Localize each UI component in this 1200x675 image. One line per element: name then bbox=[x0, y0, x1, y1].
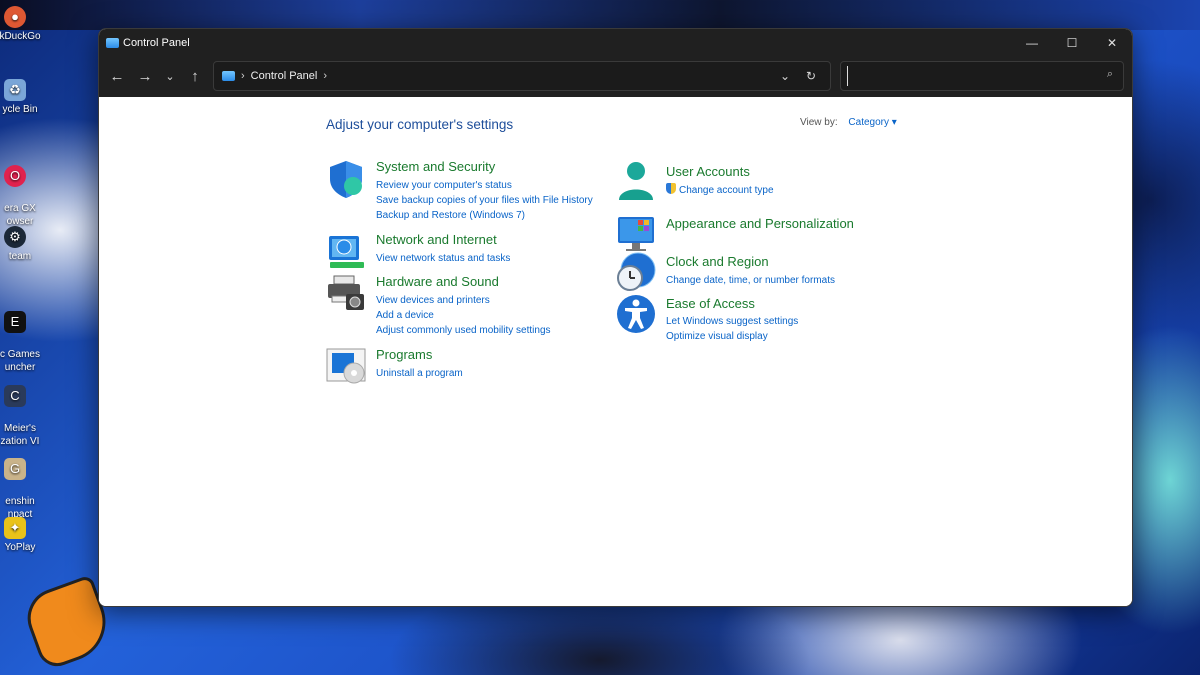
recent-locations-button[interactable]: ⌄ bbox=[159, 63, 181, 91]
category-user-accounts: User Accounts Change account type bbox=[616, 160, 896, 202]
address-bar[interactable]: › Control Panel › ⌄ ↻ bbox=[213, 61, 831, 91]
refresh-button[interactable]: ↻ bbox=[798, 69, 824, 83]
close-button[interactable]: ✕ bbox=[1092, 29, 1132, 56]
desktop-icon-steam[interactable]: ⚙ team bbox=[0, 226, 50, 263]
breadcrumb-separator[interactable]: › bbox=[323, 70, 327, 82]
desktop-icon-hoyoplay[interactable]: ✦ YoPlay bbox=[0, 517, 50, 554]
duckduckgo-icon: ● bbox=[4, 6, 26, 28]
link-file-history[interactable]: Save backup copies of your files with Fi… bbox=[376, 193, 593, 208]
printer-icon[interactable] bbox=[326, 274, 366, 314]
category-links: Uninstall a program bbox=[376, 366, 463, 381]
link-date-time-formats[interactable]: Change date, time, or number formats bbox=[666, 273, 835, 288]
monitor-icon[interactable] bbox=[616, 214, 656, 254]
category-links: Change date, time, or number formats bbox=[666, 273, 835, 288]
desktop-icon-genshin[interactable]: G enshin npact bbox=[0, 445, 50, 521]
desktop-icon-label: era GX owser bbox=[4, 203, 36, 227]
view-by-dropdown[interactable]: Category ▾ bbox=[848, 117, 896, 128]
category-links: Change account type bbox=[666, 183, 774, 198]
wallpaper-band bbox=[0, 0, 1200, 30]
desktop-icon-label: c Games uncher bbox=[0, 349, 40, 373]
control-panel-icon bbox=[106, 37, 119, 48]
minimize-button[interactable]: — bbox=[1012, 29, 1052, 56]
desktop-icon-label: Meier's zation VI bbox=[0, 423, 40, 447]
search-input[interactable] bbox=[847, 66, 1093, 86]
category-clock-region: Clock and Region Change date, time, or n… bbox=[616, 252, 896, 294]
title-bar[interactable]: Control Panel — ☐ ✕ bbox=[99, 29, 1132, 56]
breadcrumb-control-panel[interactable]: Control Panel bbox=[251, 70, 318, 82]
control-panel-icon bbox=[222, 71, 235, 81]
civilization-icon: C bbox=[4, 385, 26, 407]
recycle-bin-icon: ♻ bbox=[4, 79, 26, 101]
forward-button[interactable]: → bbox=[131, 63, 159, 91]
category-title-user-accounts[interactable]: User Accounts bbox=[666, 164, 750, 179]
desktop-icon-civilization[interactable]: C Meier's zation VI bbox=[0, 372, 50, 448]
category-links: View devices and printers Add a device A… bbox=[376, 293, 551, 338]
link-optimize-display[interactable]: Optimize visual display bbox=[666, 329, 798, 344]
link-review-status[interactable]: Review your computer's status bbox=[376, 178, 593, 193]
category-title-system-security[interactable]: System and Security bbox=[376, 159, 495, 174]
network-icon[interactable] bbox=[326, 232, 366, 272]
link-add-device[interactable]: Add a device bbox=[376, 308, 551, 323]
category-title-ease-of-access[interactable]: Ease of Access bbox=[666, 296, 755, 311]
shield-icon[interactable] bbox=[326, 159, 366, 199]
clock-globe-icon[interactable] bbox=[616, 252, 656, 292]
genshin-icon: G bbox=[4, 458, 26, 480]
link-change-account-type[interactable]: Change account type bbox=[666, 183, 774, 198]
category-programs: Programs Uninstall a program bbox=[326, 347, 606, 387]
desktop-icon-label: team bbox=[8, 251, 32, 262]
desktop-icon-label: ycle Bin bbox=[2, 104, 38, 115]
page-title: Adjust your computer's settings bbox=[326, 117, 514, 132]
category-title-programs[interactable]: Programs bbox=[376, 347, 432, 362]
link-devices-printers[interactable]: View devices and printers bbox=[376, 293, 551, 308]
category-links: Review your computer's status Save backu… bbox=[376, 178, 593, 223]
desktop-icon-epic-games[interactable]: E c Games uncher bbox=[0, 298, 50, 374]
user-icon[interactable] bbox=[616, 160, 656, 200]
link-label: Change account type bbox=[679, 185, 774, 196]
desktop-icon-opera-gx[interactable]: O era GX owser bbox=[0, 152, 50, 228]
view-by-label: View by: bbox=[800, 117, 838, 128]
back-button[interactable]: ← bbox=[103, 63, 131, 91]
desktop-icon-label: kDuckGo bbox=[0, 31, 41, 42]
search-icon[interactable]: ⌕ bbox=[1107, 68, 1113, 81]
view-by: View by: Category ▾ bbox=[800, 117, 897, 128]
desktop-icon-duckduckgo[interactable]: ● kDuckGo bbox=[0, 6, 50, 43]
desktop-icon-recycle-bin[interactable]: ♻ ycle Bin bbox=[0, 79, 50, 116]
address-dropdown-button[interactable]: ⌄ bbox=[772, 69, 798, 83]
category-ease-of-access: Ease of Access Let Windows suggest setti… bbox=[616, 294, 896, 342]
epic-games-icon: E bbox=[4, 311, 26, 333]
window-title: Control Panel bbox=[123, 36, 190, 49]
search-box[interactable]: ⌕ bbox=[840, 61, 1124, 91]
window-controls: — ☐ ✕ bbox=[1012, 29, 1132, 56]
steam-icon: ⚙ bbox=[4, 226, 26, 248]
link-uninstall-program[interactable]: Uninstall a program bbox=[376, 366, 463, 381]
link-backup-restore[interactable]: Backup and Restore (Windows 7) bbox=[376, 208, 593, 223]
link-suggest-settings[interactable]: Let Windows suggest settings bbox=[666, 314, 798, 329]
category-title-appearance[interactable]: Appearance and Personalization bbox=[666, 216, 854, 231]
category-appearance: Appearance and Personalization bbox=[616, 214, 896, 254]
control-panel-content: Adjust your computer's settings View by:… bbox=[99, 97, 1132, 606]
desktop-icon-label: YoPlay bbox=[4, 542, 36, 553]
uac-shield-icon bbox=[666, 183, 676, 194]
category-network-internet: Network and Internet View network status… bbox=[326, 232, 606, 272]
programs-icon[interactable] bbox=[326, 347, 366, 387]
category-links: Let Windows suggest settings Optimize vi… bbox=[666, 314, 798, 344]
category-title-clock-region[interactable]: Clock and Region bbox=[666, 254, 769, 269]
category-title-network-internet[interactable]: Network and Internet bbox=[376, 232, 497, 247]
category-system-security: System and Security Review your computer… bbox=[326, 159, 606, 221]
hoyoplay-icon: ✦ bbox=[4, 517, 26, 539]
accessibility-icon[interactable] bbox=[616, 294, 656, 334]
opera-gx-icon: O bbox=[4, 165, 26, 187]
category-hardware-sound: Hardware and Sound View devices and prin… bbox=[326, 274, 606, 336]
breadcrumb-separator[interactable]: › bbox=[241, 70, 245, 82]
category-title-hardware-sound[interactable]: Hardware and Sound bbox=[376, 274, 499, 289]
control-panel-window: Control Panel — ☐ ✕ ← → ⌄ ↑ › Control Pa… bbox=[98, 28, 1133, 607]
link-network-status[interactable]: View network status and tasks bbox=[376, 251, 510, 266]
link-mobility-settings[interactable]: Adjust commonly used mobility settings bbox=[376, 323, 551, 338]
maximize-button[interactable]: ☐ bbox=[1052, 29, 1092, 56]
up-button[interactable]: ↑ bbox=[181, 63, 209, 91]
address-bar-actions: ⌄ ↻ bbox=[772, 62, 824, 90]
category-links: View network status and tasks bbox=[376, 251, 510, 266]
